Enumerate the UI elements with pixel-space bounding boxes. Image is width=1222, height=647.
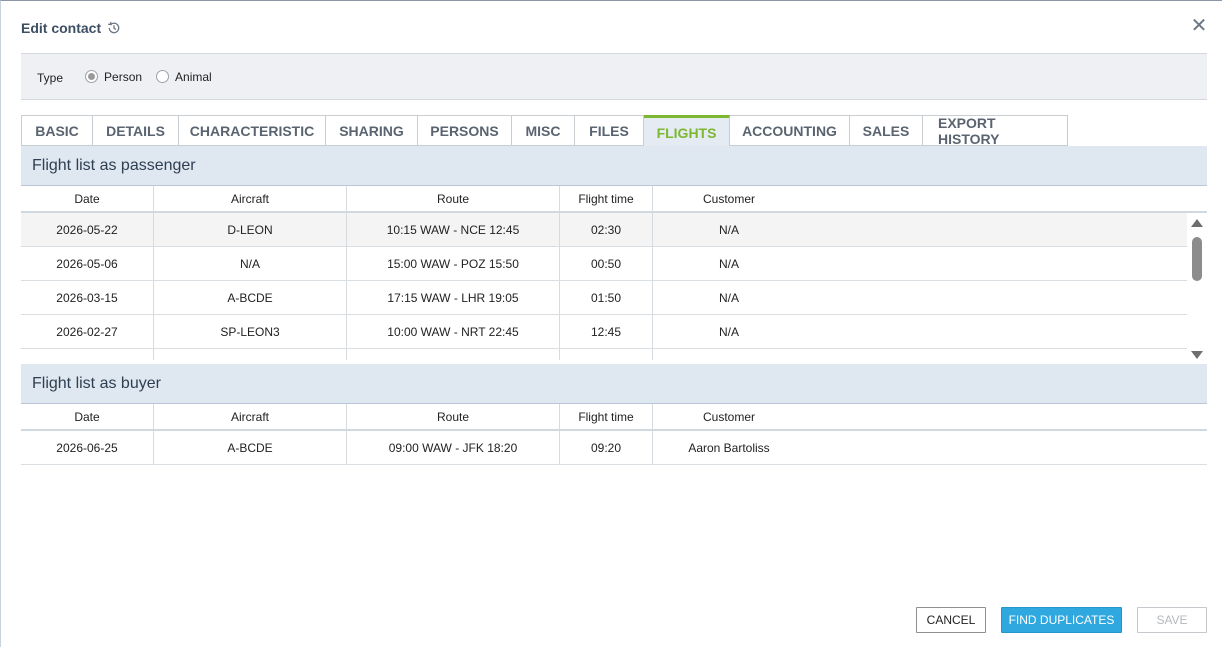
- cell-flight-time: 01:10: [560, 349, 653, 360]
- cell-spacer: [805, 315, 1187, 348]
- cell-route: 10:00 WAW - NRT 22:45: [347, 315, 560, 348]
- column-header-aircraft[interactable]: Aircraft: [154, 186, 347, 211]
- tab-bar: BASIC DETAILS CHARACTERISTIC SHARING PER…: [21, 115, 1068, 147]
- cell-customer: N/A: [718, 222, 739, 237]
- edit-contact-dialog: Edit contact ✕ Type Person Animal BASIC …: [0, 0, 1222, 647]
- table-row[interactable]: 2026-02-27 SP-LEON3 10:00 WAW - NRT 22:4…: [21, 315, 1187, 349]
- table-row[interactable]: 2026-03-15 A-BCDE 17:15 WAW - LHR 19:05 …: [21, 281, 1187, 315]
- scrollbar-thumb[interactable]: [1192, 237, 1202, 281]
- column-header-date[interactable]: Date: [21, 404, 154, 429]
- save-button[interactable]: SAVE: [1137, 607, 1207, 633]
- cell-flight-time: 02:30: [560, 213, 653, 246]
- dialog-title: Edit contact: [21, 20, 102, 36]
- tab-characteristic[interactable]: CHARACTERISTIC: [179, 115, 326, 146]
- column-header-route[interactable]: Route: [347, 404, 560, 429]
- radio-person-label: Person: [104, 69, 143, 84]
- cell-aircraft: D-LEON: [154, 349, 347, 360]
- tab-files[interactable]: FILES: [575, 115, 644, 146]
- passenger-grid-header: Date Aircraft Route Flight time Customer: [21, 186, 1207, 213]
- column-header-flight-time[interactable]: Flight time: [560, 404, 653, 429]
- cell-customer: Aaron Bartoliss: [688, 440, 770, 455]
- cell-date: 2026-05-06: [21, 247, 154, 280]
- cell-customer: N/A: [653, 349, 805, 361]
- cell-route: 15:00 WAW - POZ 15:50: [347, 247, 560, 280]
- arrow-down-icon[interactable]: [1191, 351, 1203, 359]
- cell-aircraft: SP-LEON3: [154, 315, 347, 348]
- cell-flight-time: 12:45: [560, 315, 653, 348]
- table-row[interactable]: 2026-05-06 N/A 15:00 WAW - POZ 15:50 00:…: [21, 247, 1187, 281]
- type-selector: Type Person Animal: [21, 53, 1207, 100]
- cell-route: 09:00 WAW - JFK 18:20: [347, 431, 560, 464]
- radio-animal-label: Animal: [175, 69, 212, 84]
- buyer-section-title: Flight list as buyer: [21, 364, 1207, 404]
- cell-spacer: [805, 281, 1187, 314]
- cell-customer: N/A: [718, 256, 739, 271]
- cell-route: 10:00 WAW - KRK 11:10: [347, 349, 560, 360]
- cell-spacer: [805, 213, 1187, 246]
- radio-unchecked-icon[interactable]: [156, 70, 170, 83]
- close-icon[interactable]: ✕: [1190, 16, 1208, 36]
- passenger-scrollbar[interactable]: [1188, 215, 1206, 361]
- passenger-section-title: Flight list as passenger: [21, 146, 1207, 186]
- cell-customer: N/A: [718, 290, 739, 305]
- tab-flights[interactable]: FLIGHTS: [644, 115, 730, 146]
- cell-aircraft: A-BCDE: [154, 431, 347, 464]
- cell-aircraft: A-BCDE: [154, 281, 347, 314]
- cell-route: 10:15 WAW - NCE 12:45: [347, 213, 560, 246]
- tab-misc[interactable]: MISC: [512, 115, 575, 146]
- cell-customer: N/A: [718, 324, 739, 339]
- cell-route: 17:15 WAW - LHR 19:05: [347, 281, 560, 314]
- find-duplicates-button[interactable]: FIND DUPLICATES: [1001, 607, 1122, 633]
- radio-person[interactable]: Person: [85, 70, 142, 84]
- table-row[interactable]: 2026-06-25 A-BCDE 09:00 WAW - JFK 18:20 …: [21, 431, 1207, 465]
- buyer-grid: Date Aircraft Route Flight time Customer…: [21, 404, 1207, 465]
- column-header-spacer: [805, 404, 1207, 429]
- table-row[interactable]: 2026-05-22 D-LEON 10:15 WAW - NCE 12:45 …: [21, 213, 1187, 247]
- cell-spacer: [805, 349, 1187, 360]
- tab-sales[interactable]: SALES: [850, 115, 923, 146]
- cell-date: 2026-03-15: [21, 281, 154, 314]
- cell-aircraft: N/A: [154, 247, 347, 280]
- cell-date: 2026-06-25: [21, 431, 154, 464]
- dialog-header: Edit contact: [21, 17, 121, 39]
- column-header-date[interactable]: Date: [21, 186, 154, 211]
- radio-animal[interactable]: Animal: [156, 70, 212, 84]
- tab-export-history[interactable]: EXPORT HISTORY: [923, 115, 1068, 147]
- tab-sharing[interactable]: SHARING: [326, 115, 418, 146]
- column-header-customer[interactable]: Customer: [653, 404, 805, 429]
- cell-date: 2026-02-27: [21, 315, 154, 348]
- cell-flight-time: 00:50: [560, 247, 653, 280]
- column-header-route[interactable]: Route: [347, 186, 560, 211]
- arrow-up-icon[interactable]: [1191, 219, 1203, 227]
- passenger-grid: Date Aircraft Route Flight time Customer…: [21, 186, 1207, 360]
- cell-spacer: [805, 431, 1207, 464]
- cell-date: 2026-01-27: [21, 349, 154, 360]
- type-label: Type: [37, 70, 64, 85]
- cell-flight-time: 01:50: [560, 281, 653, 314]
- column-header-spacer: [805, 186, 1207, 211]
- tab-basic[interactable]: BASIC: [21, 115, 93, 146]
- cancel-button[interactable]: CANCEL: [916, 607, 986, 633]
- tab-accounting[interactable]: ACCOUNTING: [730, 115, 850, 146]
- radio-checked-icon[interactable]: [85, 70, 99, 83]
- cell-flight-time: 09:20: [560, 431, 653, 464]
- column-header-customer[interactable]: Customer: [653, 186, 805, 211]
- column-header-flight-time[interactable]: Flight time: [560, 186, 653, 211]
- table-row[interactable]: 2026-01-27 D-LEON 10:00 WAW - KRK 11:10 …: [21, 349, 1187, 360]
- passenger-rows: 2026-05-22 D-LEON 10:15 WAW - NCE 12:45 …: [21, 213, 1187, 360]
- cell-date: 2026-05-22: [21, 213, 154, 246]
- cell-aircraft: D-LEON: [154, 213, 347, 246]
- buyer-grid-header: Date Aircraft Route Flight time Customer: [21, 404, 1207, 431]
- tab-details[interactable]: DETAILS: [93, 115, 179, 146]
- column-header-aircraft[interactable]: Aircraft: [154, 404, 347, 429]
- history-icon[interactable]: [107, 21, 121, 35]
- tab-persons[interactable]: PERSONS: [418, 115, 512, 146]
- cell-spacer: [805, 247, 1187, 280]
